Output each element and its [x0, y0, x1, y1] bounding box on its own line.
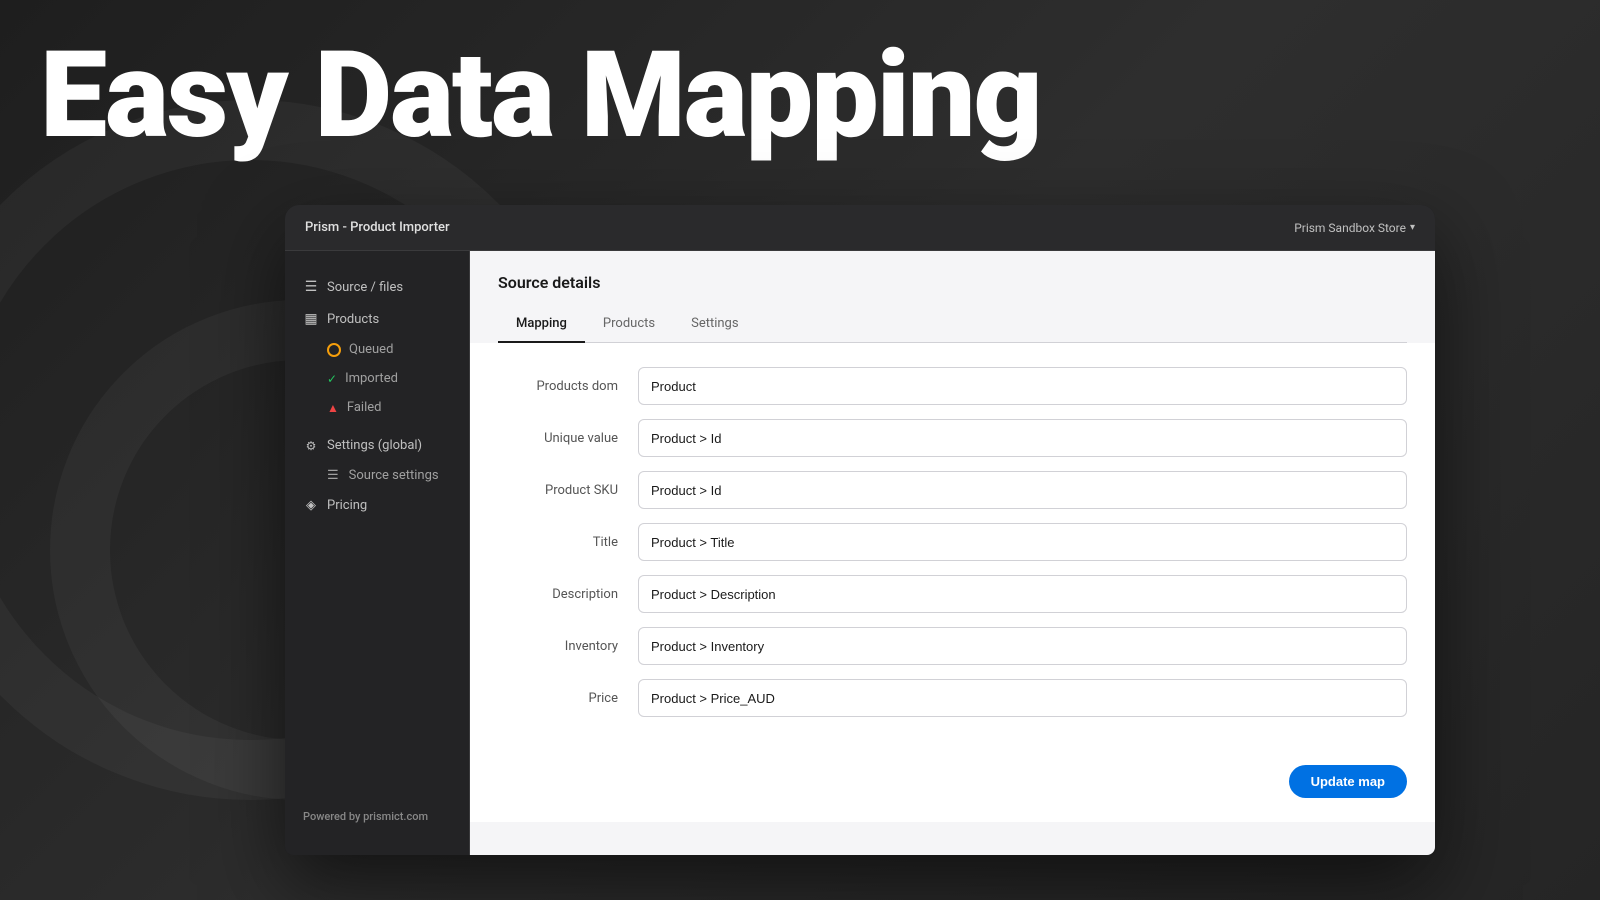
sidebar: ☰ Source / files ▦ Products Queued ✓ Imp…: [285, 251, 470, 855]
tab-products[interactable]: Products: [585, 308, 673, 343]
sidebar-item-source-settings-label: Source settings: [349, 468, 439, 483]
tag-icon: ◈: [303, 498, 319, 513]
sidebar-item-products-label: Products: [327, 312, 379, 327]
input-title[interactable]: [638, 523, 1407, 561]
form-row-products-dom: Products dom: [498, 367, 1407, 405]
form-row-price: Price: [498, 679, 1407, 717]
title-bar: Prism - Product Importer Prism Sandbox S…: [285, 205, 1435, 251]
sidebar-item-source-files-label: Source / files: [327, 280, 403, 295]
label-inventory: Inventory: [498, 639, 638, 654]
form-row-product-sku: Product SKU: [498, 471, 1407, 509]
sidebar-subitem-queued-label: Queued: [349, 342, 393, 357]
database-icon: ☰: [303, 279, 319, 295]
form-row-inventory: Inventory: [498, 627, 1407, 665]
imported-status-icon: ✓: [327, 372, 337, 386]
input-price[interactable]: [638, 679, 1407, 717]
store-selector[interactable]: Prism Sandbox Store ▾: [1294, 221, 1415, 235]
form-row-description: Description: [498, 575, 1407, 613]
input-description[interactable]: [638, 575, 1407, 613]
update-map-button[interactable]: Update map: [1289, 765, 1407, 798]
label-products-dom: Products dom: [498, 379, 638, 394]
app-title: Prism - Product Importer: [305, 220, 450, 235]
form-panel: Products dom Unique value Product SKU Ti…: [470, 343, 1435, 822]
tab-settings[interactable]: Settings: [673, 308, 756, 343]
sidebar-footer: Powered by prismict.com: [285, 798, 469, 835]
sidebar-subitem-failed[interactable]: ▲ Failed: [285, 393, 469, 422]
failed-status-icon: ▲: [327, 401, 339, 415]
app-window: Prism - Product Importer Prism Sandbox S…: [285, 205, 1435, 855]
input-product-sku[interactable]: [638, 471, 1407, 509]
form-area: Products dom Unique value Product SKU Ti…: [470, 343, 1435, 755]
input-inventory[interactable]: [638, 627, 1407, 665]
grid-icon: ▦: [303, 311, 319, 327]
main-content: Source details Mapping Products Settings…: [470, 251, 1435, 855]
powered-by-text: Powered by: [303, 810, 363, 823]
sidebar-item-pricing-label: Pricing: [327, 498, 367, 513]
sidebar-item-pricing[interactable]: ◈ Pricing: [285, 490, 469, 521]
form-row-title: Title: [498, 523, 1407, 561]
label-title: Title: [498, 535, 638, 550]
sidebar-item-settings-label: Settings (global): [327, 438, 422, 453]
label-description: Description: [498, 587, 638, 602]
chevron-down-icon: ▾: [1410, 222, 1415, 233]
lines-icon: ☰: [327, 468, 339, 483]
headline: Easy Data Mapping: [40, 30, 1041, 162]
content-header: Source details Mapping Products Settings: [470, 251, 1435, 343]
sidebar-item-source-files[interactable]: ☰ Source / files: [285, 271, 469, 303]
content-title: Source details: [498, 273, 1407, 292]
store-name: Prism Sandbox Store: [1294, 221, 1406, 235]
settings-icon: ⚙: [303, 439, 319, 453]
tabs: Mapping Products Settings: [498, 308, 1407, 343]
input-unique-value[interactable]: [638, 419, 1407, 457]
sidebar-subitem-imported[interactable]: ✓ Imported: [285, 364, 469, 393]
label-price: Price: [498, 691, 638, 706]
sidebar-subitem-queued[interactable]: Queued: [285, 335, 469, 364]
tab-mapping[interactable]: Mapping: [498, 308, 585, 343]
form-actions: Update map: [470, 755, 1435, 822]
app-body: ☰ Source / files ▦ Products Queued ✓ Imp…: [285, 251, 1435, 855]
sidebar-item-source-settings[interactable]: ☰ Source settings: [285, 461, 469, 490]
powered-by-link[interactable]: prismict.com: [363, 810, 428, 823]
sidebar-item-settings-global[interactable]: ⚙ Settings (global): [285, 430, 469, 461]
sidebar-item-products[interactable]: ▦ Products: [285, 303, 469, 335]
queued-status-icon: [327, 343, 341, 357]
label-unique-value: Unique value: [498, 431, 638, 446]
label-product-sku: Product SKU: [498, 483, 638, 498]
input-products-dom[interactable]: [638, 367, 1407, 405]
form-row-unique-value: Unique value: [498, 419, 1407, 457]
sidebar-subitem-failed-label: Failed: [347, 400, 382, 415]
title-bar-left: Prism - Product Importer: [305, 220, 450, 235]
sidebar-subitem-imported-label: Imported: [345, 371, 398, 386]
